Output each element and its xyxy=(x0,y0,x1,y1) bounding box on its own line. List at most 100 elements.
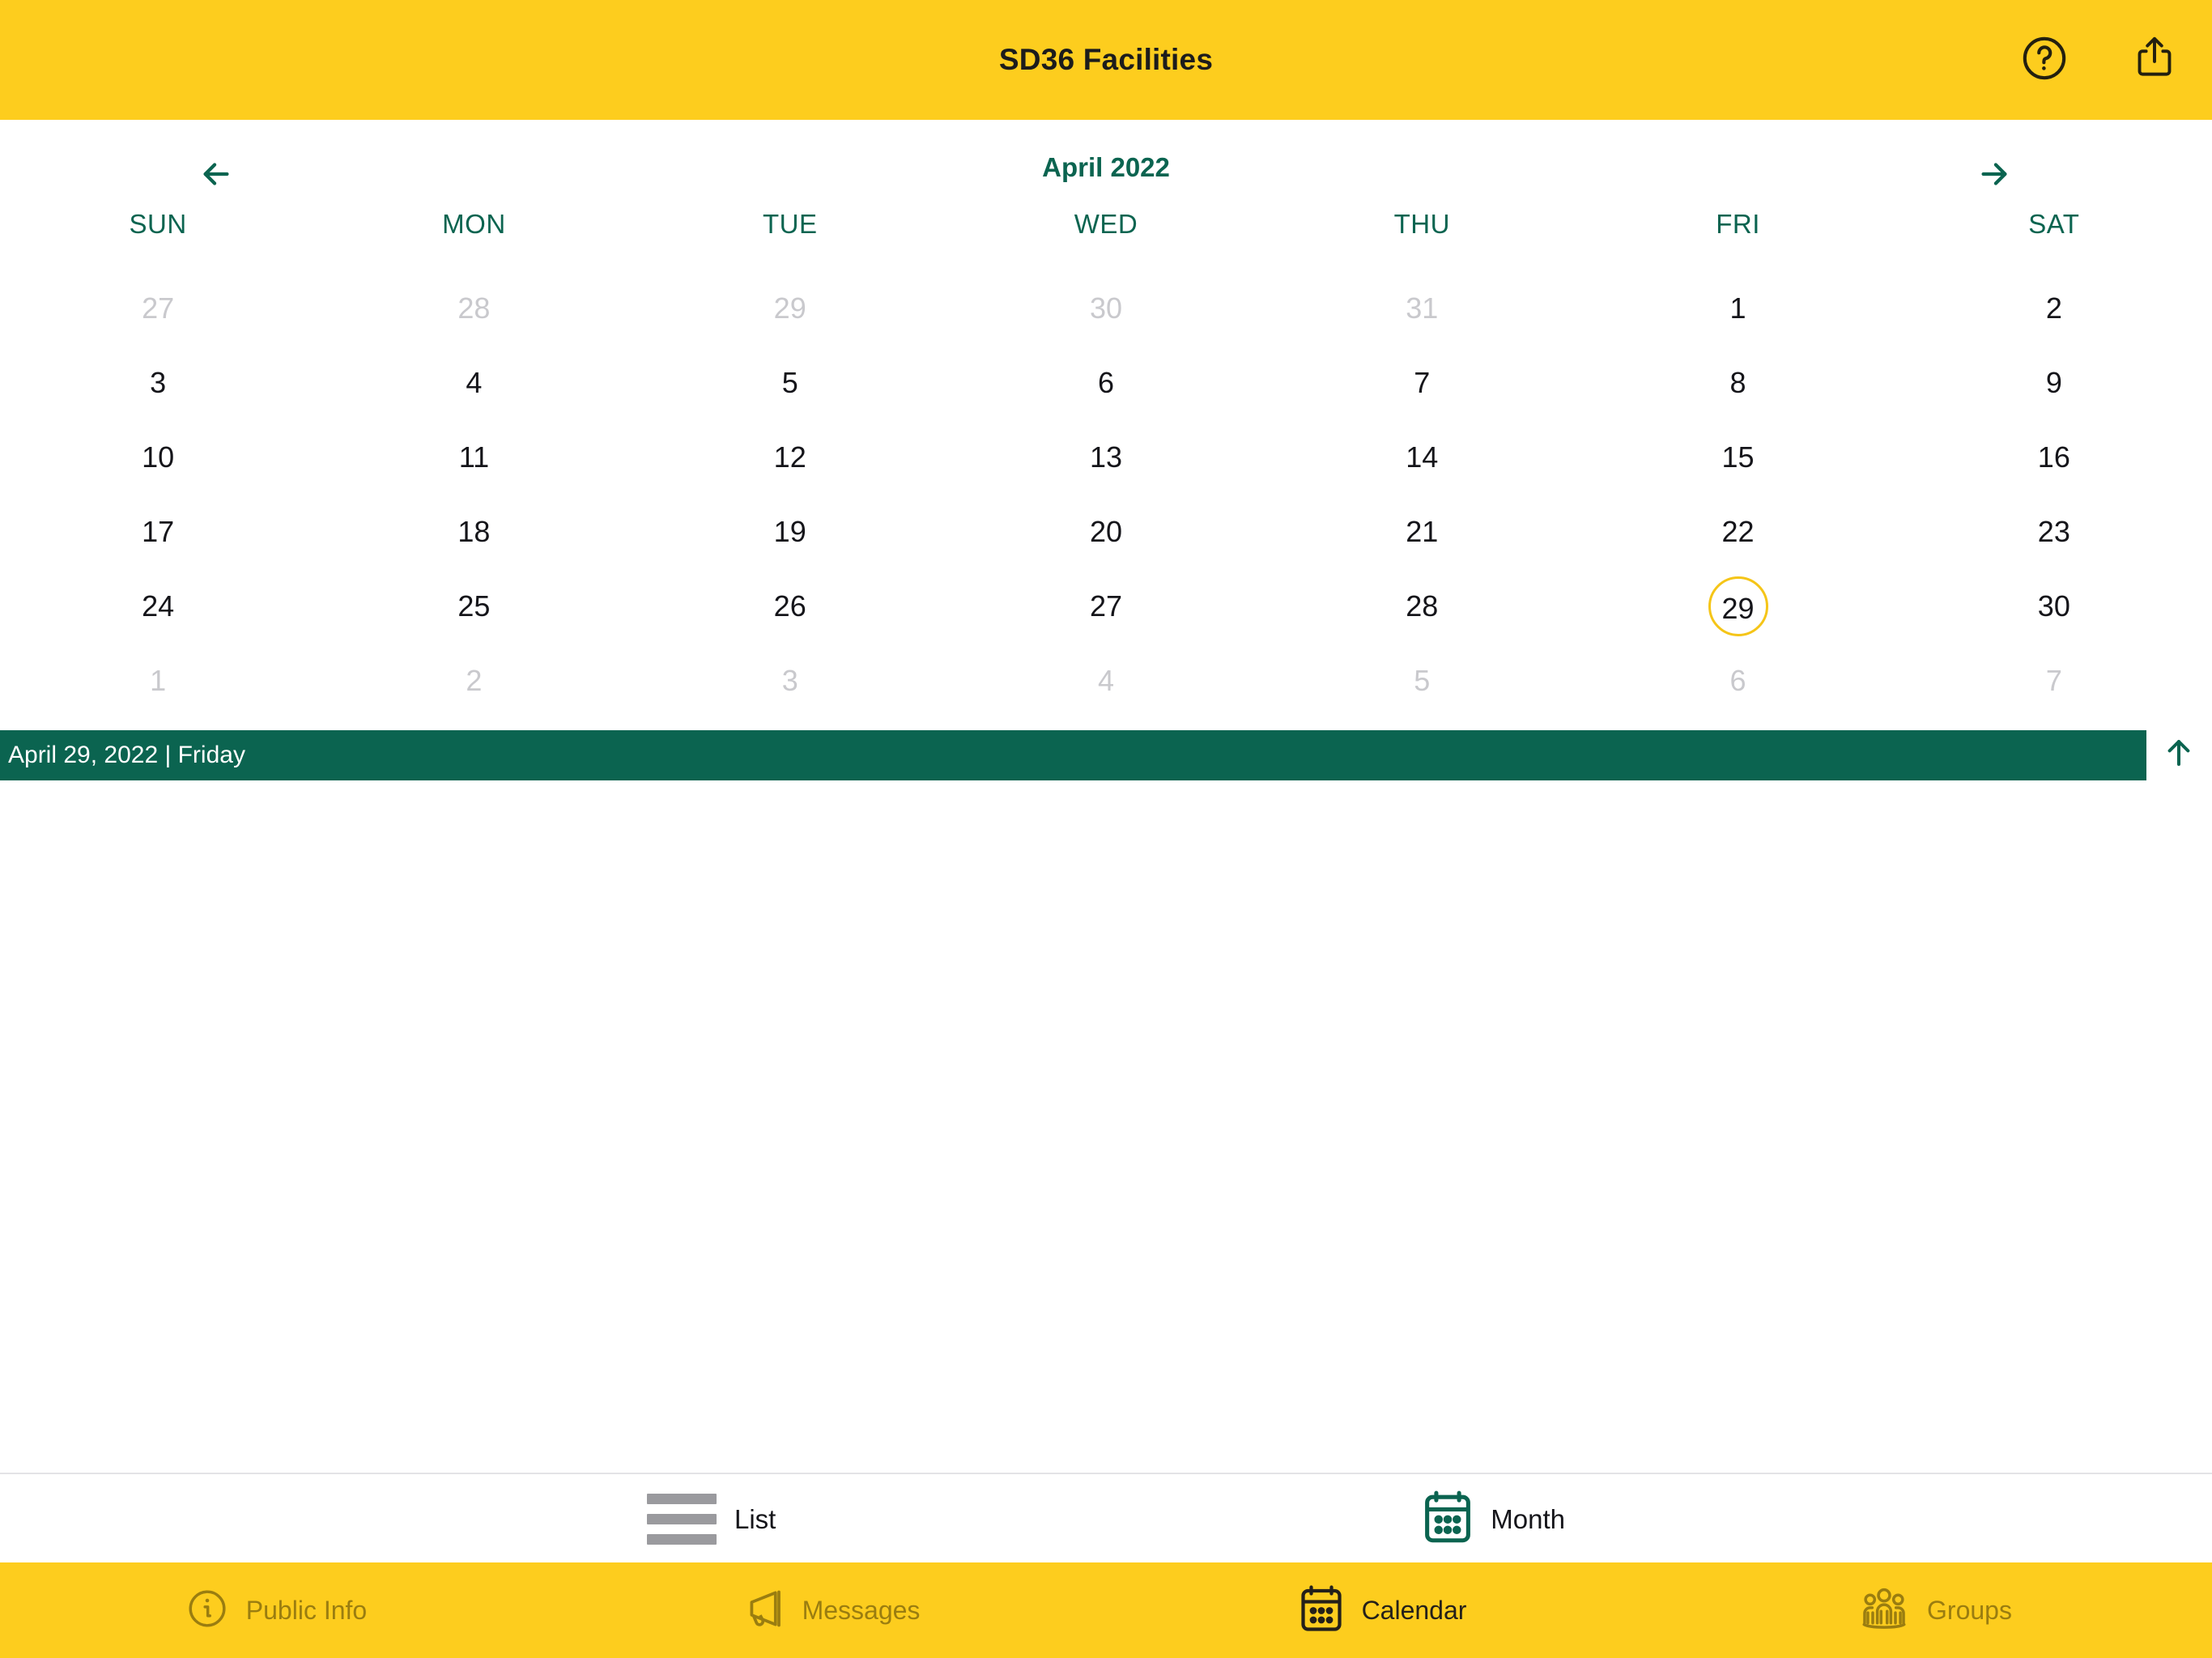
calendar-day-cell[interactable]: 29 xyxy=(1580,569,1895,644)
calendar-day-cell[interactable]: 23 xyxy=(1896,495,2212,569)
calendar-day-cell[interactable]: 22 xyxy=(1580,495,1895,569)
calendar-month-label: April 2022 xyxy=(1042,152,1170,182)
view-toggle-bar: List Month xyxy=(0,1473,2212,1564)
calendar-day-cell[interactable]: 4 xyxy=(316,346,632,420)
help-button[interactable] xyxy=(2016,32,2073,88)
calendar-day-cell[interactable]: 2 xyxy=(316,644,632,718)
calendar-day-number: 8 xyxy=(1729,366,1746,399)
app-header: SD36 Facilities xyxy=(0,0,2212,120)
calendar-day-cell[interactable]: 4 xyxy=(948,644,1264,718)
calendar-day-number: 1 xyxy=(150,664,167,697)
tab-groups-label: Groups xyxy=(1927,1595,2012,1625)
calendar-day-cell[interactable]: 2 xyxy=(1896,271,2212,346)
calendar-day-number: 17 xyxy=(142,515,175,548)
tab-public-info[interactable]: Public Info xyxy=(0,1562,553,1658)
arrow-left-icon xyxy=(198,155,235,197)
calendar-day-number: 28 xyxy=(1406,589,1439,623)
calendar-day-cell[interactable]: 6 xyxy=(1580,644,1895,718)
collapse-banner-button[interactable] xyxy=(2150,725,2208,784)
calendar-day-cell[interactable]: 14 xyxy=(1264,420,1580,495)
calendar-day-number: 1 xyxy=(1729,291,1746,325)
tab-calendar-label: Calendar xyxy=(1361,1595,1467,1625)
calendar-day-cell[interactable]: 13 xyxy=(948,420,1264,495)
view-toggle-spacer-left xyxy=(0,1474,647,1564)
share-icon xyxy=(2132,34,2177,87)
header-actions xyxy=(2016,0,2183,120)
selected-day-banner-wrap: April 29, 2022 | Friday xyxy=(0,730,2212,780)
calendar-nav: April 2022 xyxy=(0,120,2212,201)
calendar-day-cell[interactable]: 17 xyxy=(0,495,316,569)
calendar-day-cell[interactable]: 3 xyxy=(632,644,948,718)
calendar-week-row: 3 4 5 6 7 8 9 xyxy=(0,346,2212,420)
calendar-day-cell[interactable]: 8 xyxy=(1580,346,1895,420)
calendar-day-number: 21 xyxy=(1406,515,1439,548)
calendar-day-cell[interactable]: 29 xyxy=(632,271,948,346)
weekday-header-sat: SAT xyxy=(2028,209,2080,239)
tab-public-info-label: Public Info xyxy=(245,1595,368,1625)
calendar-day-number: 24 xyxy=(142,589,175,623)
calendar-day-cell[interactable]: 27 xyxy=(0,271,316,346)
calendar-day-cell[interactable]: 16 xyxy=(1896,420,2212,495)
calendar-day-number: 23 xyxy=(2037,515,2070,548)
calendar-day-cell[interactable]: 11 xyxy=(316,420,632,495)
prev-month-button[interactable] xyxy=(180,139,253,212)
next-month-button[interactable] xyxy=(1958,139,2031,212)
calendar-day-number: 29 xyxy=(773,291,806,325)
calendar-day-number: 9 xyxy=(2045,366,2062,399)
calendar-day-number: 20 xyxy=(1089,515,1122,548)
calendar-icon xyxy=(1299,1584,1344,1637)
calendar-day-number: 7 xyxy=(2045,664,2062,697)
calendar-day-number: 27 xyxy=(142,291,175,325)
calendar-day-number: 10 xyxy=(142,440,175,474)
calendar-day-cell[interactable]: 5 xyxy=(1264,644,1580,718)
tab-calendar[interactable]: Calendar xyxy=(1106,1562,1659,1658)
calendar-day-cell[interactable]: 15 xyxy=(1580,420,1895,495)
calendar-day-cell[interactable]: 7 xyxy=(1264,346,1580,420)
megaphone-icon xyxy=(739,1586,785,1635)
calendar-day-cell[interactable]: 31 xyxy=(1264,271,1580,346)
calendar-day-cell[interactable]: 10 xyxy=(0,420,316,495)
calendar-day-cell[interactable]: 26 xyxy=(632,569,948,644)
selected-day-banner[interactable]: April 29, 2022 | Friday xyxy=(0,730,2146,780)
calendar-day-cell[interactable]: 30 xyxy=(1896,569,2212,644)
share-button[interactable] xyxy=(2126,32,2183,88)
weekday-header-mon: MON xyxy=(442,209,506,239)
calendar-day-number: 26 xyxy=(773,589,806,623)
calendar-day-cell[interactable]: 30 xyxy=(948,271,1264,346)
tab-groups[interactable]: Groups xyxy=(1659,1562,2212,1658)
weekday-header-wed: WED xyxy=(1074,209,1138,239)
calendar-day-cell[interactable]: 1 xyxy=(1580,271,1895,346)
calendar-day-cell[interactable]: 19 xyxy=(632,495,948,569)
calendar-day-cell[interactable]: 9 xyxy=(1896,346,2212,420)
view-option-month[interactable]: Month xyxy=(1423,1474,1565,1564)
calendar-day-number: 2 xyxy=(466,664,483,697)
calendar-day-number: 16 xyxy=(2037,440,2070,474)
calendar-week-row: 24 25 26 27 28 29 30 xyxy=(0,569,2212,644)
calendar-day-cell[interactable]: 21 xyxy=(1264,495,1580,569)
calendar-day-cell[interactable]: 12 xyxy=(632,420,948,495)
view-option-month-label: Month xyxy=(1491,1503,1566,1534)
calendar-icon xyxy=(1423,1490,1473,1549)
calendar-day-cell[interactable]: 3 xyxy=(0,346,316,420)
calendar-day-cell[interactable]: 7 xyxy=(1896,644,2212,718)
calendar-day-cell[interactable]: 18 xyxy=(316,495,632,569)
calendar-date-grid: 27 28 29 30 31 1 2 3 4 5 6 7 8 9 10 11 12 13 14 15 16 17 18 19 2… xyxy=(0,271,2212,718)
calendar-day-cell[interactable]: 28 xyxy=(1264,569,1580,644)
calendar-day-number: 4 xyxy=(1097,664,1114,697)
calendar-day-cell[interactable]: 6 xyxy=(948,346,1264,420)
calendar-day-cell[interactable]: 5 xyxy=(632,346,948,420)
calendar-day-number: 15 xyxy=(1721,440,1755,474)
calendar-day-cell[interactable]: 24 xyxy=(0,569,316,644)
weekday-header-sun: SUN xyxy=(129,209,187,239)
calendar-week-row: 27 28 29 30 31 1 2 xyxy=(0,271,2212,346)
calendar-day-cell[interactable]: 25 xyxy=(316,569,632,644)
calendar-day-cell[interactable]: 1 xyxy=(0,644,316,718)
calendar-day-cell[interactable]: 28 xyxy=(316,271,632,346)
calendar-day-cell[interactable]: 20 xyxy=(948,495,1264,569)
calendar-day-number: 3 xyxy=(150,366,167,399)
tab-messages[interactable]: Messages xyxy=(553,1562,1106,1658)
calendar-day-cell[interactable]: 27 xyxy=(948,569,1264,644)
calendar-day-number: 5 xyxy=(1414,664,1431,697)
view-option-list[interactable]: List xyxy=(646,1474,776,1564)
calendar-day-number: 3 xyxy=(781,664,798,697)
